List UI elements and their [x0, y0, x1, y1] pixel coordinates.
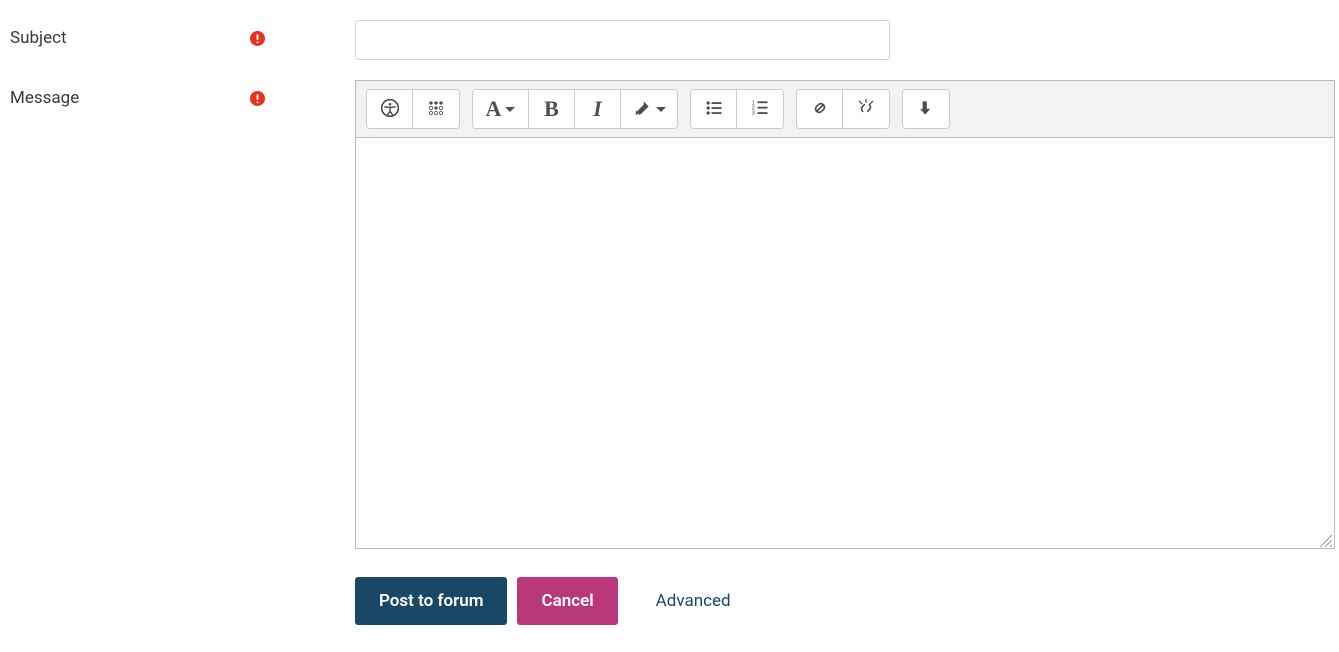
paragraph-style-button[interactable]: A — [473, 90, 529, 128]
bold-icon: B — [544, 96, 559, 122]
unlink-icon — [856, 98, 876, 121]
braille-icon — [426, 98, 446, 121]
toolbar-group-accessibility — [366, 89, 460, 129]
subject-label-col: Subject — [10, 20, 275, 48]
subject-row: Subject — [10, 20, 1329, 60]
toolbar-group-expand — [902, 89, 950, 129]
message-row: Message — [10, 80, 1329, 549]
font-icon: A — [486, 96, 502, 122]
chevron-down-icon — [505, 107, 515, 112]
unordered-list-button[interactable] — [691, 90, 737, 128]
italic-icon: I — [593, 96, 602, 122]
accessibility-icon — [380, 98, 400, 121]
editor-toolbar: A B I — [356, 81, 1334, 138]
ordered-list-button[interactable]: 123 — [737, 90, 783, 128]
ordered-list-icon: 123 — [750, 98, 770, 121]
toolbar-group-links — [796, 89, 890, 129]
message-label-col: Message — [10, 80, 275, 108]
subject-field-col — [275, 20, 1329, 60]
link-icon — [810, 98, 830, 121]
screenreader-button[interactable] — [413, 90, 459, 128]
link-button[interactable] — [797, 90, 843, 128]
rich-text-editor: A B I — [355, 80, 1335, 549]
resize-handle[interactable] — [1319, 533, 1333, 547]
form-actions: Post to forum Cancel Advanced — [10, 577, 1329, 625]
svg-text:3: 3 — [752, 110, 755, 116]
text-color-button[interactable] — [621, 90, 677, 128]
required-icon — [249, 90, 265, 106]
unordered-list-icon — [704, 98, 724, 121]
message-field-col: A B I — [275, 80, 1335, 549]
required-icon — [249, 30, 265, 46]
bold-button[interactable]: B — [529, 90, 575, 128]
italic-button[interactable]: I — [575, 90, 621, 128]
toolbar-group-format: A B I — [472, 89, 678, 129]
subject-input[interactable] — [355, 20, 890, 60]
brush-icon — [632, 98, 652, 121]
message-textarea[interactable] — [356, 138, 1334, 548]
arrow-down-icon — [916, 98, 936, 121]
subject-label: Subject — [10, 28, 67, 48]
show-more-button[interactable] — [903, 90, 949, 128]
chevron-down-icon — [656, 107, 666, 112]
toolbar-group-lists: 123 — [690, 89, 784, 129]
message-label: Message — [10, 88, 79, 108]
post-to-forum-button[interactable]: Post to forum — [355, 577, 507, 625]
unlink-button[interactable] — [843, 90, 889, 128]
accessibility-button[interactable] — [367, 90, 413, 128]
cancel-button[interactable]: Cancel — [517, 577, 617, 625]
advanced-link[interactable]: Advanced — [656, 591, 731, 611]
